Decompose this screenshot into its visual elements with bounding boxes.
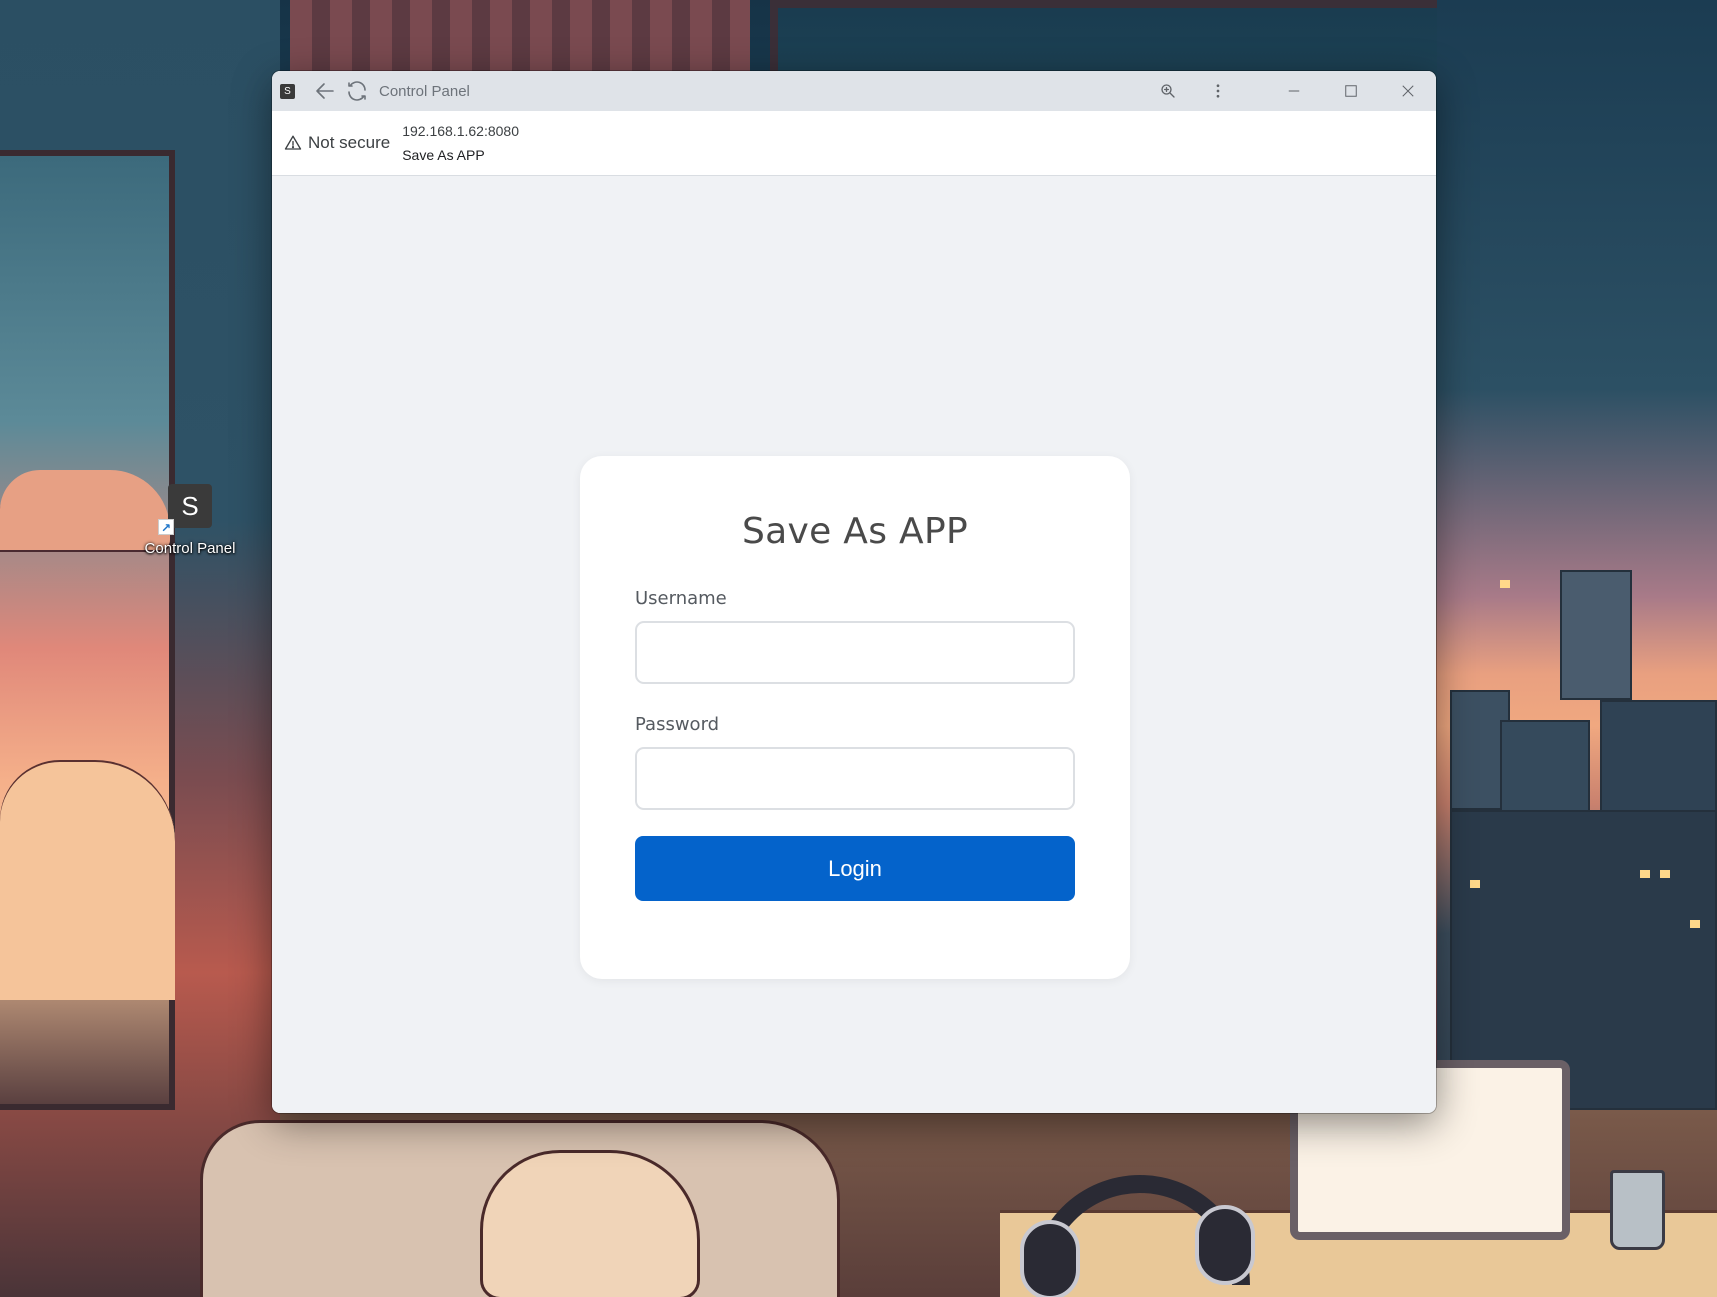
app-icon: S [280,83,295,99]
security-label: Not secure [308,133,391,152]
username-label: Username [635,588,727,609]
reload-button[interactable] [341,75,373,107]
username-group: Username [635,588,1075,684]
zoom-in-icon [1161,84,1175,98]
wallpaper-light [1500,580,1510,588]
title-bar[interactable]: S Control Panel [272,71,1436,111]
menu-button[interactable] [1193,71,1243,111]
wallpaper-cushion [480,1150,700,1297]
close-icon [1401,85,1414,97]
app-window: S Control Panel Not secure 192.168.1.62:… [272,71,1436,1113]
minimize-icon [1288,90,1299,92]
maximize-icon [1344,85,1357,97]
maximize-button[interactable] [1322,71,1379,111]
window-title: Control Panel [379,82,470,100]
wallpaper-light [1690,920,1700,928]
login-card: Save As APP Username Password Login [580,456,1130,979]
arrow-left-icon [316,83,334,99]
shortcut-label: Control Panel [144,540,236,557]
address-bar[interactable]: Not secure 192.168.1.62:8080 Save As APP [272,111,1436,176]
address-texts: 192.168.1.62:8080 Save As APP [402,123,519,163]
password-input[interactable] [635,747,1075,810]
wallpaper-earcup [1020,1220,1080,1297]
page-content: Save As APP Username Password Login [272,177,1436,1113]
wallpaper-light [1640,870,1650,878]
address-url[interactable]: 192.168.1.62:8080 [402,123,519,139]
close-button[interactable] [1379,71,1436,111]
wallpaper-building [1560,570,1632,700]
wallpaper-light [1660,870,1670,878]
login-title: Save As APP [742,511,968,552]
login-button[interactable]: Login [635,836,1075,901]
zoom-button[interactable] [1143,71,1193,111]
minimize-button[interactable] [1265,71,1322,111]
wallpaper-cloud [0,760,175,1000]
shortcut-arrow-icon: ↗ [158,519,174,535]
address-page-title: Save As APP [402,147,485,163]
password-group: Password [635,714,1075,810]
security-indicator[interactable]: Not secure [284,133,390,153]
wallpaper-cloud [0,470,170,550]
title-bar-controls [1143,71,1436,111]
back-button[interactable] [309,75,341,107]
warning-triangle-icon [284,135,302,150]
wallpaper-cup [1610,1170,1665,1250]
wallpaper-curtain [290,0,750,80]
username-input[interactable] [635,621,1075,684]
password-label: Password [635,714,720,735]
wallpaper-earcup [1195,1205,1255,1285]
app-s-icon: S [168,484,212,528]
wallpaper-light [1470,880,1480,888]
reload-icon [348,81,366,101]
more-vertical-icon [1216,84,1220,98]
